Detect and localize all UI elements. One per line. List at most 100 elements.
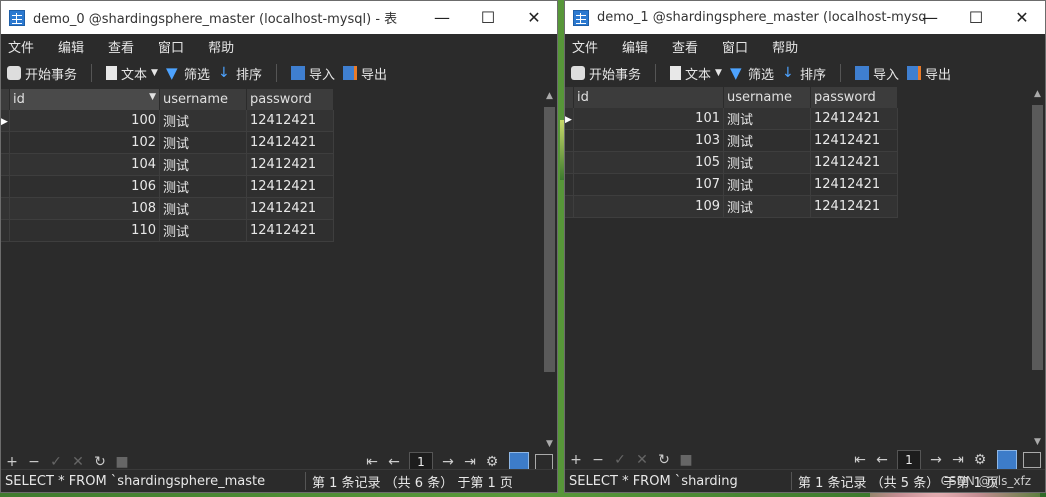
add-record-icon[interactable]: + [565,452,587,468]
add-record-icon[interactable]: + [1,454,23,470]
cell-username[interactable]: 测试 [159,153,247,176]
table-row[interactable]: 104 测试 12412421 [1,153,334,176]
filter-button[interactable]: ▼ 筛选 [730,64,774,83]
apply-icon[interactable]: ✓ [609,452,631,468]
cell-id[interactable]: 108 [9,197,160,220]
first-page-icon[interactable]: ⇤ [361,454,383,470]
cell-username[interactable]: 测试 [159,219,247,242]
column-header-id[interactable]: id [573,87,724,108]
menu-help[interactable]: 帮助 [765,37,809,56]
menu-edit[interactable]: 编辑 [615,37,659,56]
table-row[interactable]: 109 测试 12412421 [565,195,898,218]
sort-button[interactable]: ↓ 排序 [218,64,262,83]
import-button[interactable]: 导入 [854,64,899,83]
table-row[interactable]: 102 测试 12412421 [1,131,334,154]
table-row[interactable]: ▶ 100 测试 12412421 [1,110,334,132]
cell-password[interactable]: 12412421 [810,151,898,174]
table-row[interactable]: 106 测试 12412421 [1,175,334,198]
delete-record-icon[interactable]: − [23,454,45,470]
title-bar[interactable]: demo_0 @shardingsphere_master (localhost… [1,1,557,34]
next-page-icon[interactable]: → [437,454,459,470]
cell-username[interactable]: 测试 [723,151,811,174]
cell-username[interactable]: 测试 [159,197,247,220]
sort-button[interactable]: ↓ 排序 [782,64,826,83]
page-number-field[interactable]: 1 [897,450,921,470]
prev-page-icon[interactable]: ← [383,454,405,470]
cell-id[interactable]: 106 [9,175,160,198]
row-header[interactable] [1,175,10,198]
cell-password[interactable]: 12412421 [246,110,334,132]
form-view-icon[interactable] [535,454,553,470]
row-header[interactable] [1,197,10,220]
table-row[interactable]: 103 测试 12412421 [565,129,898,152]
cell-id[interactable]: 102 [9,131,160,154]
menu-window[interactable]: 窗口 [715,37,759,56]
last-page-icon[interactable]: ⇥ [947,452,969,468]
filter-button[interactable]: ▼ 筛选 [166,64,210,83]
minimize-button[interactable]: — [907,1,953,34]
settings-gear-icon[interactable]: ⚙ [969,452,991,468]
cell-username[interactable]: 测试 [159,131,247,154]
menu-file[interactable]: 文件 [565,37,609,56]
cell-username[interactable]: 测试 [159,110,247,132]
begin-transaction-button[interactable]: 开始事务 [571,64,641,83]
table-row[interactable]: 105 测试 12412421 [565,151,898,174]
cell-id[interactable]: 110 [9,219,160,242]
text-button[interactable]: 文本 ▼ [670,64,722,83]
cell-password[interactable]: 12412421 [246,153,334,176]
cell-id[interactable]: 107 [573,173,724,196]
title-bar[interactable]: demo_1 @shardingsphere_master (localhost… [565,1,1045,34]
cell-password[interactable]: 12412421 [246,175,334,198]
menu-window[interactable]: 窗口 [151,37,195,56]
grid-view-icon[interactable] [997,450,1017,470]
cell-password[interactable]: 12412421 [810,108,898,130]
table-row[interactable]: 108 测试 12412421 [1,197,334,220]
scroll-thumb[interactable] [1032,105,1043,370]
import-button[interactable]: 导入 [290,64,335,83]
discard-icon[interactable]: ✕ [631,452,653,468]
data-grid[interactable]: id username password ▶ 101 测试 12412421 103 测试… [565,87,1030,449]
apply-icon[interactable]: ✓ [45,454,67,470]
cell-id[interactable]: 105 [573,151,724,174]
maximize-button[interactable]: ☐ [953,1,999,34]
discard-icon[interactable]: ✕ [67,454,89,470]
cell-password[interactable]: 12412421 [246,131,334,154]
column-header-username[interactable]: username [723,87,811,108]
row-header[interactable] [1,219,10,242]
row-header[interactable] [1,131,10,154]
first-page-icon[interactable]: ⇤ [849,452,871,468]
column-header-password[interactable]: password [246,89,334,110]
stop-icon[interactable]: ■ [111,454,133,470]
cell-id[interactable]: 109 [573,195,724,218]
data-grid[interactable]: id ▼ username password ▶ 100 测试 12412421 102 测… [1,89,542,451]
cell-username[interactable]: 测试 [723,108,811,130]
last-page-icon[interactable]: ⇥ [459,454,481,470]
settings-gear-icon[interactable]: ⚙ [481,454,503,470]
export-button[interactable]: 导出 [343,64,387,83]
prev-page-icon[interactable]: ← [871,452,893,468]
scroll-down-icon[interactable]: ▼ [1030,437,1045,447]
stop-icon[interactable]: ■ [675,452,697,468]
cell-username[interactable]: 测试 [723,173,811,196]
row-header[interactable] [565,129,574,152]
cell-password[interactable]: 12412421 [810,129,898,152]
row-header[interactable]: ▶ [1,110,10,132]
cell-password[interactable]: 12412421 [810,173,898,196]
next-page-icon[interactable]: → [925,452,947,468]
menu-edit[interactable]: 编辑 [51,37,95,56]
menu-view[interactable]: 查看 [101,37,145,56]
scroll-up-icon[interactable]: ▲ [1030,89,1045,99]
cell-password[interactable]: 12412421 [246,197,334,220]
table-row[interactable]: 107 测试 12412421 [565,173,898,196]
cell-username[interactable]: 测试 [723,195,811,218]
row-header[interactable] [1,153,10,176]
cell-password[interactable]: 12412421 [246,219,334,242]
scroll-thumb[interactable] [544,107,555,372]
vertical-scrollbar[interactable]: ▲ ▼ [542,89,557,451]
cell-id[interactable]: 101 [573,108,724,130]
cell-username[interactable]: 测试 [723,129,811,152]
vertical-scrollbar[interactable]: ▲ ▼ [1030,87,1045,449]
cell-id[interactable]: 100 [9,110,160,132]
cell-id[interactable]: 104 [9,153,160,176]
row-header[interactable] [565,195,574,218]
